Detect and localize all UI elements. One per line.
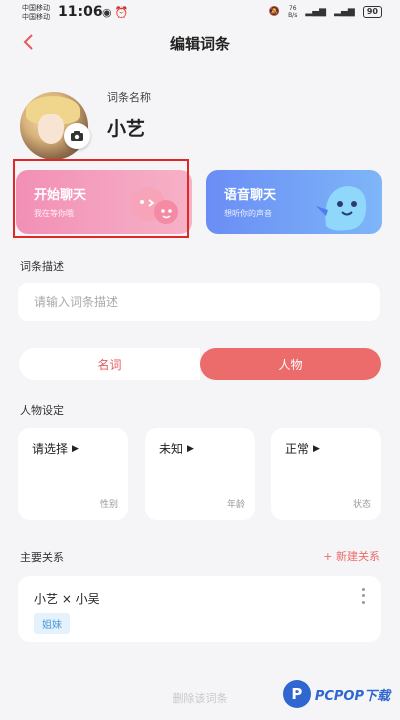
network-speed: 76 B/s: [288, 5, 298, 19]
alarm-icon: ⏰: [114, 6, 132, 19]
avatar-face: [38, 114, 64, 144]
tab-person[interactable]: 人物: [200, 348, 381, 380]
camera-icon: [71, 131, 83, 141]
name-label: 词条名称: [107, 91, 151, 104]
relation-names: 小艺 × 小吴: [34, 592, 100, 606]
status-key: 状态: [352, 500, 371, 510]
signal-icon-2: ▂▄▆: [334, 7, 355, 17]
carrier-1: 中国移动: [22, 4, 50, 12]
triangle-right-icon: ▶: [187, 443, 194, 454]
carrier-2: 中国移动: [22, 13, 50, 21]
system-icons: 🔕 76 B/s ▂▄▆ ▂▄▆ 90: [269, 5, 382, 19]
status-value: 正常: [285, 442, 310, 456]
tab-noun[interactable]: 名词: [19, 348, 200, 380]
gender-value: 请选择: [32, 442, 69, 456]
new-relation-button[interactable]: + 新建关系: [323, 548, 380, 564]
mute-icon: 🔕: [268, 7, 281, 17]
triangle-right-icon: ▶: [313, 443, 320, 454]
entry-name[interactable]: 小艺: [107, 114, 145, 141]
carrier-labels: 中国移动 中国移动: [22, 4, 50, 22]
page-title: 编辑词条: [169, 35, 230, 53]
voice-chat-card[interactable]: 语音聊天 想听你的声音: [206, 170, 382, 234]
nav-bar: 编辑词条: [0, 26, 400, 60]
signal-icon: ▂▄▆: [305, 7, 327, 17]
description-label: 词条描述: [20, 260, 64, 273]
chat-bubbles-icon: [131, 187, 178, 224]
watermark-text: PCPOP下载: [314, 688, 390, 704]
watermark-logo: P: [282, 680, 311, 708]
gender-selector[interactable]: 请选择 ▶ 性别: [18, 428, 128, 520]
description-input[interactable]: [18, 283, 380, 321]
voice-chat-subtitle: 想听你的声音: [224, 209, 272, 218]
watermark: P PCPOP下载: [282, 680, 390, 708]
battery-icon: 90: [362, 6, 382, 18]
gender-key: 性别: [99, 500, 118, 510]
eye-icon: ◉: [102, 6, 115, 19]
status-selector[interactable]: 正常 ▶ 状态: [271, 428, 381, 520]
relation-item[interactable]: 小艺 × 小吴 姐妹: [18, 576, 381, 642]
voice-chat-title: 语音聊天: [224, 188, 277, 203]
ghost-mascot-icon: [316, 186, 367, 231]
age-selector[interactable]: 未知 ▶ 年龄: [145, 428, 255, 520]
age-key: 年龄: [226, 500, 245, 510]
relation-tag: 姐妹: [34, 613, 70, 634]
more-options-icon[interactable]: [357, 586, 369, 606]
notification-icons: ◉⏰: [102, 6, 131, 19]
triangle-right-icon: ▶: [72, 443, 79, 454]
start-chat-card[interactable]: 开始聊天 我在等你哦: [16, 170, 192, 234]
change-avatar-button[interactable]: [64, 123, 90, 149]
relations-label: 主要关系: [20, 551, 64, 564]
age-value: 未知: [159, 442, 184, 456]
settings-label: 人物设定: [20, 404, 64, 417]
start-chat-subtitle: 我在等你哦: [34, 209, 74, 218]
status-bar: 中国移动 中国移动 11:06 ◉⏰ 🔕 76 B/s ▂▄▆ ▂▄▆ 90: [0, 0, 400, 26]
start-chat-title: 开始聊天: [34, 188, 87, 203]
clock: 11:06: [58, 4, 103, 20]
